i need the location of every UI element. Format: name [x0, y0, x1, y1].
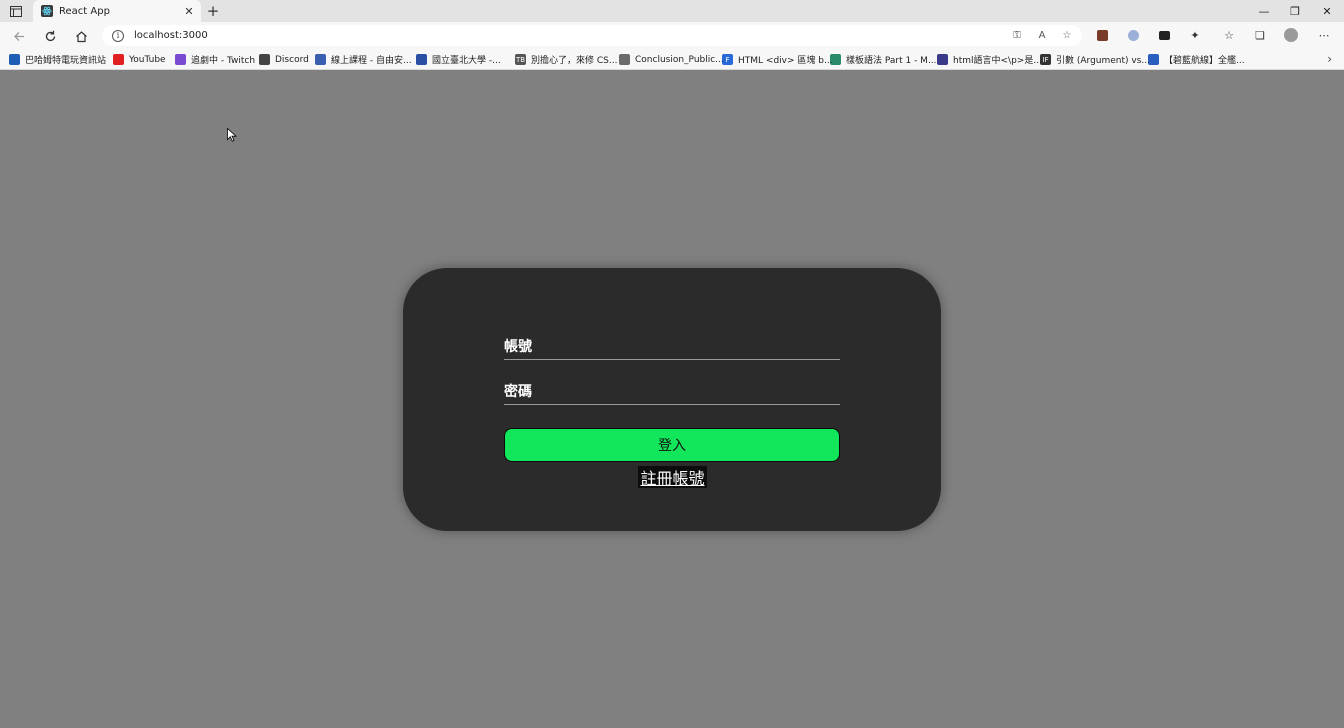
bookmark-label: 國立臺北大學 -...: [432, 56, 501, 66]
site-info-icon[interactable]: i: [112, 29, 124, 42]
bookmark-label: 追劇中 - Twitch: [191, 56, 256, 66]
read-aloud-icon[interactable]: A: [1035, 28, 1049, 42]
extension-icon[interactable]: [1125, 27, 1141, 43]
bookmark-label: html語言中<\p>是...: [953, 56, 1042, 66]
ntpu-icon: [416, 54, 427, 65]
bookmarks-overflow-icon[interactable]: ›: [1327, 52, 1332, 66]
discord-icon: [259, 54, 270, 65]
extension-icon[interactable]: [1156, 27, 1172, 43]
bookmark-label: Discord: [275, 54, 309, 65]
new-tab-button[interactable]: +: [204, 2, 222, 20]
address-bar[interactable]: i localhost:3000: [102, 25, 1082, 46]
bookmark-item[interactable]: Conclusion_Public...: [619, 52, 724, 67]
more-menu-icon[interactable]: ⋯: [1316, 27, 1332, 43]
browser-tabstrip: React App ✕ + — ❐ ✕: [0, 0, 1344, 22]
document-icon: [619, 54, 630, 65]
register-link[interactable]: 註冊帳號: [638, 466, 707, 488]
mouse-cursor-icon: [227, 128, 237, 142]
react-icon: [41, 5, 53, 17]
bookmark-item[interactable]: 線上課程 - 自由安...: [315, 52, 412, 67]
minimize-button[interactable]: —: [1248, 0, 1280, 22]
login-button[interactable]: 登入: [504, 428, 840, 462]
link-icon: [937, 54, 948, 65]
reload-icon[interactable]: [40, 26, 60, 46]
bookmark-item[interactable]: 追劇中 - Twitch: [175, 52, 255, 67]
bookmark-label: Conclusion_Public...: [635, 54, 724, 65]
url-text: localhost:3000: [134, 30, 208, 41]
youtube-icon: [113, 54, 124, 65]
twitch-icon: [175, 54, 186, 65]
bookmark-label: HTML <div> 區塊 b...: [738, 56, 833, 66]
add-favorite-icon[interactable]: ☆: [1060, 28, 1074, 42]
password-input[interactable]: [504, 375, 840, 404]
bookmark-item[interactable]: TB 別擔心了，來修 CS...: [515, 52, 617, 67]
course-icon: [315, 54, 326, 65]
collections-icon[interactable]: ❏: [1252, 27, 1268, 43]
tab-actions-icon[interactable]: [6, 3, 26, 19]
restore-button[interactable]: ❐: [1279, 0, 1311, 22]
favorites-icon[interactable]: ☆: [1221, 27, 1237, 43]
bookmark-label: 引數 (Argument) vs...: [1056, 56, 1150, 66]
bookmark-label: 【碧藍航線】全艦...: [1164, 56, 1245, 66]
key-icon[interactable]: ⚿: [1010, 28, 1024, 42]
bookmark-item[interactable]: 國立臺北大學 -...: [416, 52, 501, 67]
bookmark-item[interactable]: html語言中<\p>是...: [937, 52, 1042, 67]
close-tab-icon[interactable]: ✕: [183, 5, 195, 18]
home-icon[interactable]: [71, 26, 91, 46]
bookmark-label: 巴哈姆特電玩資訊站: [25, 56, 107, 66]
bookmark-item[interactable]: 【碧藍航線】全艦...: [1148, 52, 1245, 67]
bahamut-icon: [9, 54, 20, 65]
account-field: [504, 330, 840, 360]
account-input[interactable]: [504, 330, 840, 359]
bookmark-item[interactable]: YouTube: [113, 52, 166, 67]
bookmark-item[interactable]: 巴哈姆特電玩資訊站: [9, 52, 106, 67]
back-icon[interactable]: [9, 26, 29, 46]
close-window-button[interactable]: ✕: [1311, 0, 1343, 22]
bookmark-item[interactable]: 樣板語法 Part 1 - M...: [830, 52, 937, 67]
login-card: 登入 註冊帳號: [403, 268, 941, 531]
password-field: [504, 375, 840, 405]
bookmarks-bar: 【碧藍航線】全艦... IF 引數 (Argument) vs... html語言中<…: [0, 49, 1344, 70]
extensions-icon[interactable]: ✦: [1187, 27, 1203, 43]
browser-toolbar: i localhost:3000 ⚿ A ☆ ✦ ☆ ❏ ⋯: [0, 22, 1344, 49]
bookmark-label: 線上課程 - 自由安...: [331, 56, 412, 66]
tab-title: React App: [59, 5, 110, 17]
tb-icon: TB: [515, 54, 526, 65]
profile-avatar[interactable]: [1283, 27, 1299, 43]
bookmark-label: 樣板語法 Part 1 - M...: [846, 56, 937, 66]
browser-tab-active[interactable]: React App ✕: [33, 0, 201, 22]
bookmark-label: YouTube: [129, 54, 166, 65]
bookmark-label: 別擔心了，來修 CS...: [531, 56, 618, 66]
bookmark-item[interactable]: Discord: [259, 52, 309, 67]
extension-icon[interactable]: [1094, 27, 1110, 43]
bookmark-item[interactable]: IF 引數 (Argument) vs...: [1040, 52, 1150, 67]
bookmark-item[interactable]: F HTML <div> 區塊 b...: [722, 52, 833, 67]
